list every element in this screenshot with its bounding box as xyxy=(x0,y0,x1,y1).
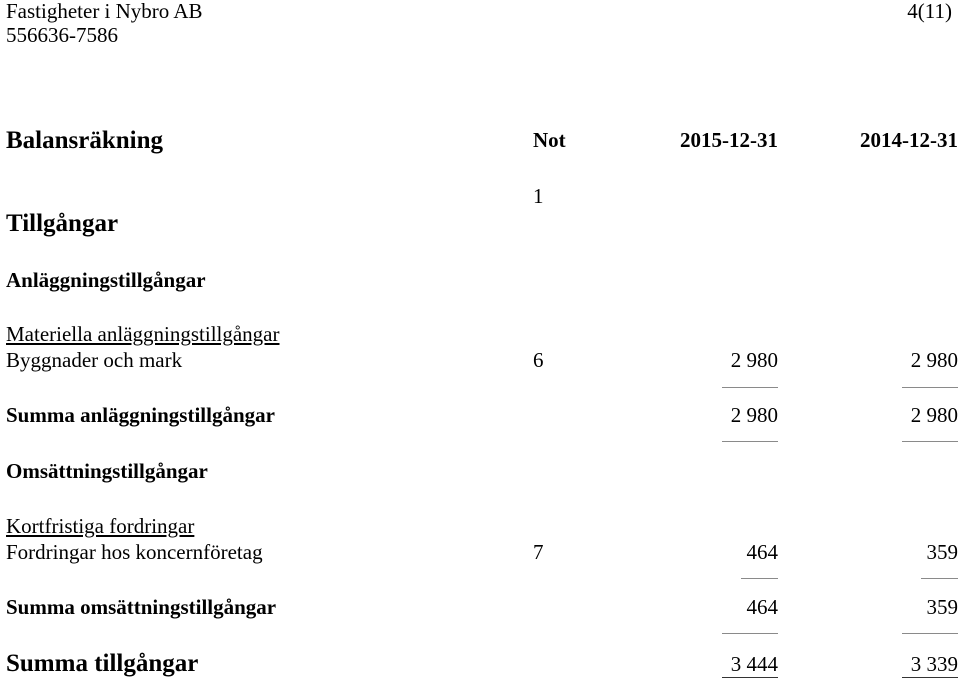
subtotal-rule xyxy=(921,578,958,579)
total-previous: 2 980 xyxy=(910,403,958,427)
row-current: 464 xyxy=(746,540,779,564)
grand-total-rule xyxy=(902,677,958,678)
fixed-assets-heading: Anläggningstillgångar xyxy=(6,268,206,292)
grand-total-rule xyxy=(722,677,778,678)
grand-total-previous: 3 339 xyxy=(910,652,958,676)
total-rule xyxy=(902,633,958,634)
total-rule xyxy=(722,441,778,442)
total-rule xyxy=(722,633,778,634)
total-label: Summa anläggningstillgångar xyxy=(6,403,275,427)
row-note: 7 xyxy=(533,540,544,564)
grand-total-current: 3 444 xyxy=(730,652,778,676)
total-rule xyxy=(902,441,958,442)
current-assets-subheading: Kortfristiga fordringar xyxy=(6,514,195,538)
grand-total-label: Summa tillgångar xyxy=(6,650,199,677)
subtotal-rule xyxy=(902,387,958,388)
row-label: Byggnader och mark xyxy=(6,348,183,372)
column-note-header: Not xyxy=(533,128,566,152)
column-current-header: 2015-12-31 xyxy=(680,128,778,152)
row-current: 2 980 xyxy=(730,348,778,372)
row-note: 6 xyxy=(533,348,544,372)
page-number: 4(11) xyxy=(907,0,952,23)
company-name: Fastigheter i Nybro AB xyxy=(6,0,203,23)
total-current: 2 980 xyxy=(730,403,778,427)
fixed-assets-subheading: Materiella anläggningstillgångar xyxy=(6,322,280,346)
subtotal-rule xyxy=(722,387,778,388)
current-assets-heading: Omsättningstillgångar xyxy=(6,459,208,483)
org-number: 556636-7586 xyxy=(6,23,118,47)
row-previous: 2 980 xyxy=(910,348,958,372)
row-previous: 359 xyxy=(926,540,959,564)
statement-title: Balansräkning xyxy=(6,127,164,154)
subtotal-rule xyxy=(741,578,778,579)
assets-heading: Tillgångar xyxy=(6,210,119,237)
row-label: Fordringar hos koncernföretag xyxy=(6,540,263,564)
column-previous-header: 2014-12-31 xyxy=(860,128,958,152)
total-label: Summa omsättningstillgångar xyxy=(6,595,277,619)
assets-note-ref: 1 xyxy=(533,184,544,208)
total-current: 464 xyxy=(746,595,779,619)
total-previous: 359 xyxy=(926,595,959,619)
